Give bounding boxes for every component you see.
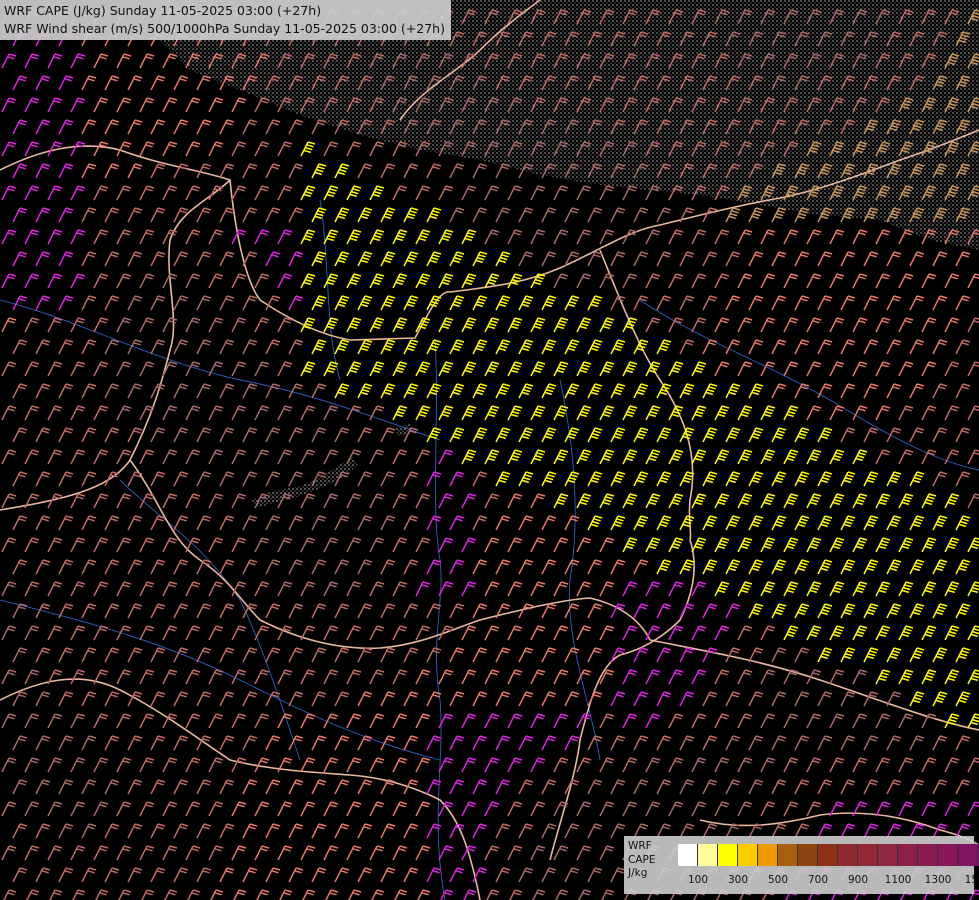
legend-tick-label: 1500 [964,874,979,886]
legend-label-model: WRF [628,840,652,852]
legend-tick-label: 1100 [884,874,912,886]
legend-swatch [758,844,778,866]
legend-tick-labels: 100 300 500 700 900 1100 1300 1500 [678,874,979,888]
legend-swatch [678,844,698,866]
legend-tick-label: 300 [727,874,749,886]
legend-label-unit: J/kg [628,867,648,879]
legend-swatch [738,844,758,866]
legend-swatch [858,844,878,866]
legend-label-variable: CAPE [628,853,656,866]
wind-shear-title: WRF Wind shear (m/s) 500/1000hPa Sunday … [4,21,445,36]
legend-tick-label: 700 [807,874,829,886]
legend-tick-label: 500 [767,874,789,886]
legend-swatch [958,844,978,866]
legend-swatch [938,844,958,866]
wind-shear-barb-map [0,0,979,900]
legend-color-scale [678,844,979,866]
legend-tick-label: 1300 [924,874,952,886]
legend-swatch [778,844,798,866]
map-title-box: WRF CAPE (J/kg) Sunday 11-05-2025 03:00 … [0,0,451,40]
legend-swatch [878,844,898,866]
cape-title: WRF CAPE (J/kg) Sunday 11-05-2025 03:00 … [4,3,322,18]
legend-tick-label: 100 [687,874,709,886]
legend-swatch [698,844,718,866]
legend-swatch [918,844,938,866]
legend-labels: WRF CAPE J/kg [628,840,655,881]
cape-legend: WRF CAPE J/kg 100 300 500 700 900 1100 1300 150… [624,836,979,894]
legend-tick-label: 900 [847,874,869,886]
legend-swatch [838,844,858,866]
legend-swatch [818,844,838,866]
legend-swatch [798,844,818,866]
legend-swatch [898,844,918,866]
legend-swatch [718,844,738,866]
